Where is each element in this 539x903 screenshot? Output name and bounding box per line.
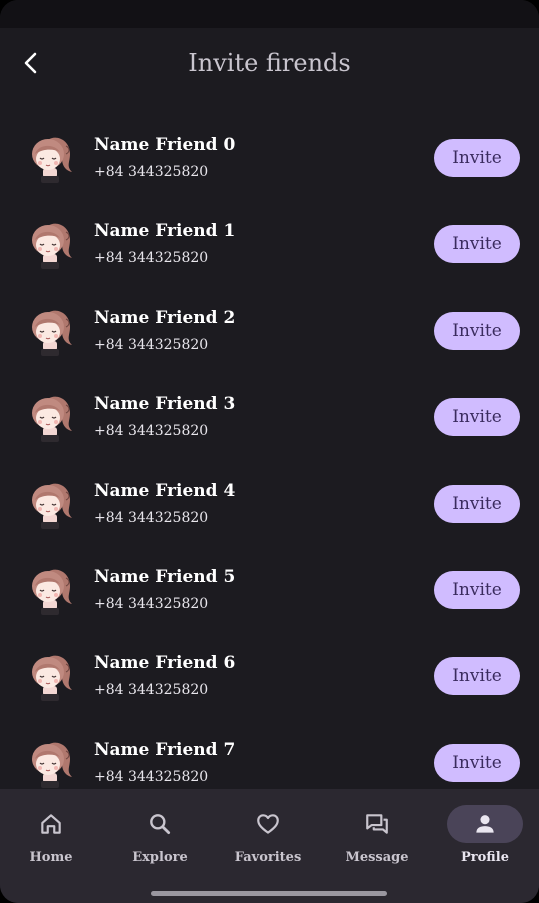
friend-phone: +84 344325820 [94,595,209,612]
nav-item-message[interactable]: Message [323,805,431,877]
avatar-girl-icon [32,656,72,702]
friend-phone: +84 344325820 [94,423,209,440]
avatar [26,566,74,616]
friend-name: Name Friend 4 [94,480,236,501]
friend-phone: +84 344325820 [94,250,209,267]
friend-name: Name Friend 1 [94,221,236,242]
friend-list-item: Name Friend 3 +84 344325820 Invite [0,375,539,461]
invite-button[interactable]: Invite [434,311,520,350]
invite-button[interactable]: Invite [434,398,520,437]
invite-button[interactable]: Invite [434,484,520,523]
phone-screen: Invite firends Name Friend 0 +84 3443258… [0,0,539,903]
invite-button[interactable]: Invite [434,570,520,609]
nav-label: Profile [461,850,509,865]
avatar-girl-icon [32,396,72,443]
search-icon [122,805,198,843]
nav-label: Favorites [234,850,302,865]
friend-list[interactable]: Name Friend 0 +84 344325820 Invite Name … [0,116,539,789]
friend-list-item: Name Friend 4 +84 344325820 Invite [0,462,539,548]
friend-phone: +84 344325820 [94,164,209,180]
avatar-girl-icon [32,742,72,788]
friend-list-item: Name Friend 5 +84 344325820 Invite [0,548,539,634]
nav-item-profile[interactable]: Profile [431,805,539,877]
home-icon [13,805,89,843]
friend-phone: +84 344325820 [94,509,209,526]
friend-name: Name Friend 6 [94,653,236,674]
friend-list-item: Name Friend 0 +84 344325820 Invite [0,116,539,202]
friend-name: Name Friend 0 [94,135,236,155]
nav-label: Explore [132,850,188,865]
avatar [26,393,74,443]
avatar-girl-icon [32,224,72,270]
page-title: Invite firends [188,49,351,77]
avatar-girl-icon [32,483,72,529]
friend-list-item: Name Friend 2 +84 344325820 Invite [0,289,539,375]
avatar [26,134,74,184]
avatar [26,220,74,270]
friend-phone: +84 344325820 [94,768,209,785]
friend-phone: +84 344325820 [94,682,209,699]
status-bar [0,0,539,28]
friend-name: Name Friend 5 [94,566,236,587]
invite-button[interactable]: Invite [434,225,520,264]
friend-list-item: Name Friend 6 +84 344325820 Invite [0,634,539,720]
avatar [26,739,74,789]
avatar-girl-icon [32,137,72,183]
nav-label: Home [29,850,73,865]
heart-icon [230,805,306,843]
invite-button[interactable]: Invite [434,657,520,696]
friend-name: Name Friend 7 [94,739,236,760]
invite-button[interactable]: Invite [434,139,520,177]
avatar [26,480,74,530]
invite-button[interactable]: Invite [434,743,520,782]
bottom-navigation: Home Explore Favorites Message Profile [0,789,539,903]
friend-list-item: Name Friend 7 +84 344325820 Invite [0,721,539,789]
avatar-girl-icon [32,569,72,615]
nav-item-favorites[interactable]: Favorites [214,805,322,877]
avatar [26,652,74,702]
avatar-girl-icon [32,310,72,356]
nav-item-home[interactable]: Home [0,805,105,877]
nav-item-explore[interactable]: Explore [106,805,214,877]
friend-phone: +84 344325820 [94,336,209,353]
avatar [26,307,74,357]
nav-label: Message [345,850,409,865]
home-indicator [151,891,387,896]
person-icon [447,805,523,843]
friend-name: Name Friend 2 [94,307,236,328]
app-bar: Invite firends [0,28,539,96]
friend-name: Name Friend 3 [94,394,236,415]
friend-list-item: Name Friend 1 +84 344325820 Invite [0,202,539,288]
message-icon [339,805,415,843]
